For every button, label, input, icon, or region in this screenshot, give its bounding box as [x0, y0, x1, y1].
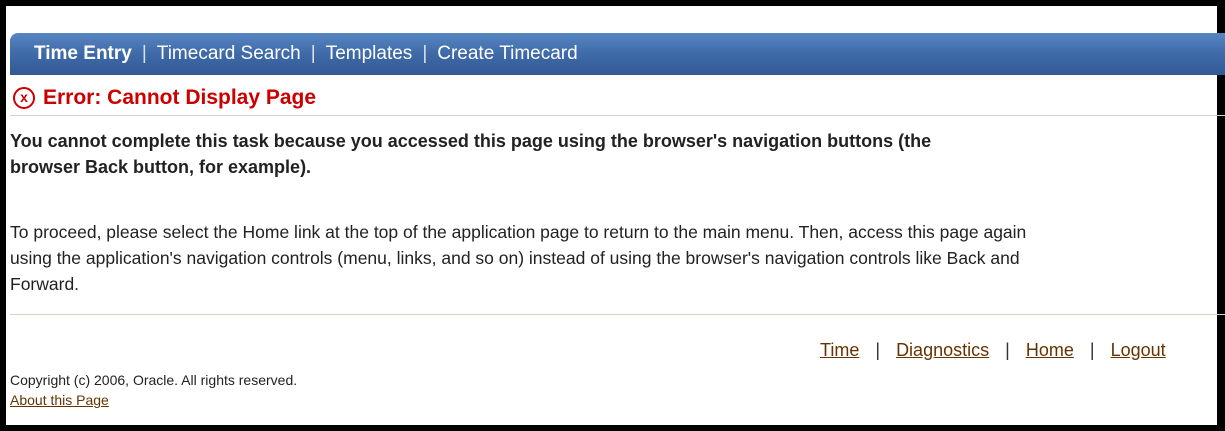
footer-link-logout[interactable]: Logout: [1111, 340, 1166, 360]
footer-divider: [10, 314, 1225, 315]
footer-separator: |: [1089, 340, 1095, 360]
footer-link-time[interactable]: Time: [820, 340, 859, 360]
footer-link-home[interactable]: Home: [1026, 340, 1074, 360]
error-x-icon: x: [13, 87, 35, 109]
copyright-text: Copyright (c) 2006, Oracle. All rights r…: [10, 372, 298, 388]
error-heading: x Error: Cannot Display Page: [13, 86, 316, 110]
tab-timecard-search[interactable]: Timecard Search: [157, 43, 301, 65]
header-divider: [10, 115, 1225, 116]
tab-separator: |: [141, 43, 147, 64]
error-instructions: To proceed, please select the Home link …: [10, 222, 1027, 294]
footer-separator: |: [1005, 340, 1010, 360]
footer-links: Time | Diagnostics | Home | Logout: [820, 340, 1225, 361]
tab-time-entry[interactable]: Time Entry: [34, 43, 132, 65]
error-summary: You cannot complete this task because yo…: [10, 131, 932, 177]
tab-templates[interactable]: Templates: [326, 43, 413, 65]
tab-create-timecard[interactable]: Create Timecard: [437, 43, 577, 65]
tab-separator: |: [310, 43, 316, 64]
error-title-text: Error: Cannot Display Page: [43, 86, 317, 109]
footer-separator: |: [875, 340, 881, 360]
tab-separator: |: [422, 43, 428, 64]
global-tab-bar: Time Entry | Timecard Search | Templates…: [10, 33, 1225, 75]
about-this-page-link[interactable]: About this Page: [10, 392, 109, 408]
footer-link-diagnostics[interactable]: Diagnostics: [896, 340, 989, 360]
